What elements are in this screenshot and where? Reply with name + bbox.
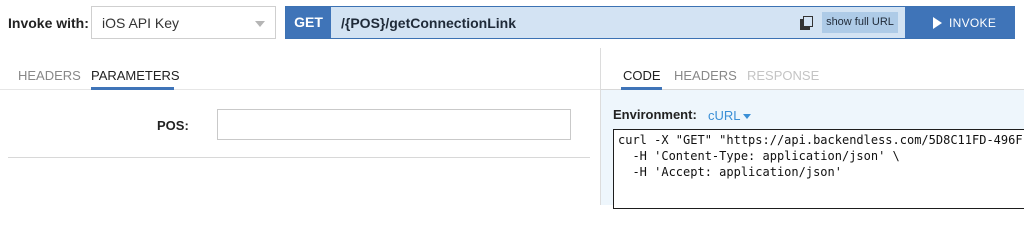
environment-select[interactable]: cURL	[708, 108, 741, 123]
code-tabs: CODE HEADERS RESPONSE	[601, 48, 1024, 90]
show-full-url-button[interactable]: show full URL	[822, 12, 898, 33]
param-pos-label: POS:	[157, 118, 189, 133]
invoke-with-label: Invoke with:	[8, 15, 89, 31]
top-toolbar: Invoke with: iOS API Key GET /{POS}/getC…	[0, 0, 1024, 48]
active-tab-indicator	[621, 87, 662, 90]
divider	[8, 157, 590, 158]
chevron-down-icon[interactable]	[743, 114, 751, 119]
code-panel: CODE HEADERS RESPONSE Environment: cURL …	[601, 48, 1024, 209]
chevron-down-icon	[255, 21, 265, 27]
tab-parameters[interactable]: PARAMETERS	[91, 68, 180, 83]
invoke-button[interactable]: INVOKE	[905, 7, 1015, 38]
play-icon	[933, 17, 942, 29]
request-tabs: HEADERS PARAMETERS	[0, 48, 600, 90]
code-line: -H 'Accept: application/json'	[618, 165, 842, 179]
code-line: -H 'Content-Type: application/json' \	[618, 149, 900, 163]
environment-label: Environment:	[613, 107, 697, 122]
api-key-selected-value: iOS API Key	[102, 15, 180, 31]
http-method-badge: GET	[286, 7, 331, 38]
tab-headers-response[interactable]: HEADERS	[674, 68, 737, 83]
tab-headers[interactable]: HEADERS	[18, 68, 81, 83]
tab-code[interactable]: CODE	[623, 68, 661, 83]
active-tab-indicator	[91, 87, 174, 90]
code-line: curl -X "GET" "https://api.backendless.c…	[618, 133, 1024, 147]
request-url-bar: GET /{POS}/getConnectionLink show full U…	[285, 6, 1015, 39]
invoke-button-label: INVOKE	[949, 16, 997, 30]
endpoint-path: /{POS}/getConnectionLink	[341, 15, 517, 31]
request-panel: HEADERS PARAMETERS POS:	[0, 48, 600, 205]
code-snippet[interactable]: curl -X "GET" "https://api.backendless.c…	[613, 129, 1024, 209]
tab-response: RESPONSE	[747, 68, 820, 83]
api-key-select[interactable]: iOS API Key	[91, 6, 276, 39]
param-pos-input[interactable]	[217, 109, 571, 140]
copy-icon[interactable]	[800, 16, 814, 30]
